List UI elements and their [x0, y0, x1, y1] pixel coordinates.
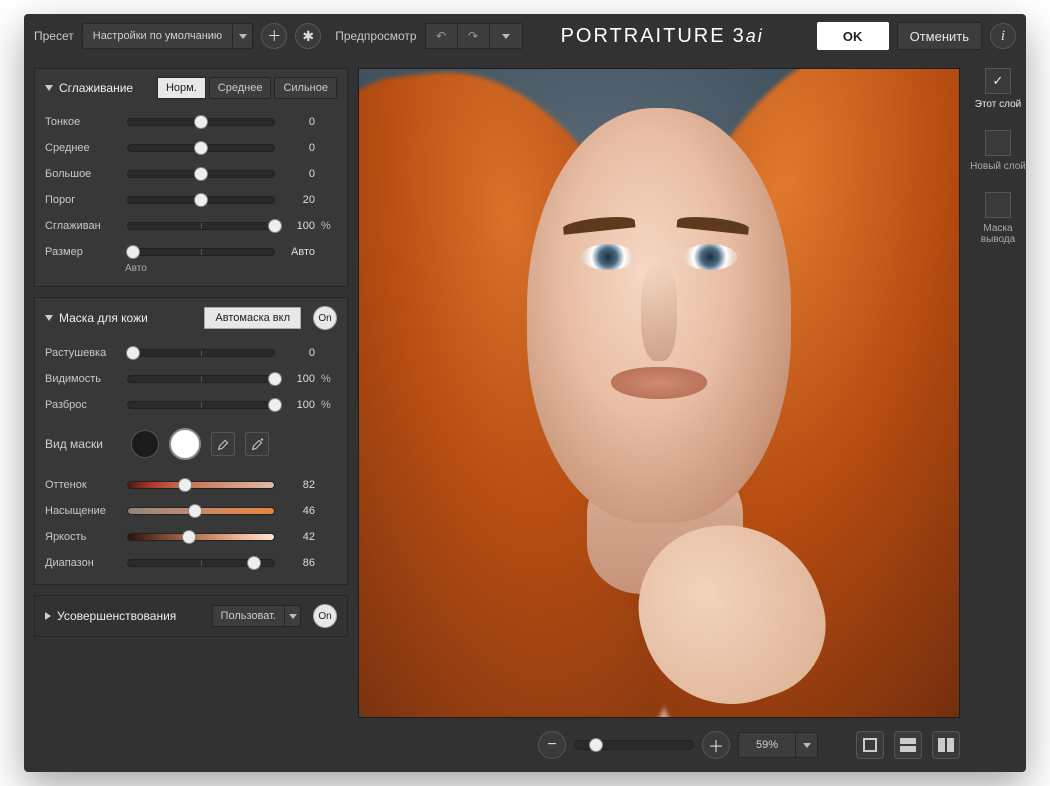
slider[interactable]: [127, 504, 275, 518]
add-preset-button[interactable]: ＋: [261, 23, 287, 49]
slider[interactable]: [127, 167, 275, 181]
slider[interactable]: [127, 245, 275, 259]
size-sublabel: Авто: [125, 263, 337, 274]
chevron-down-icon: [45, 85, 53, 91]
preset-label: Пресет: [34, 29, 74, 43]
smoothing-header[interactable]: Сглаживание Норм. Среднее Сильное: [45, 77, 337, 99]
view-single-button[interactable]: [856, 731, 884, 759]
smoothing-panel: Сглаживание Норм. Среднее Сильное Тонкое…: [34, 68, 348, 287]
chevron-down-icon: [795, 733, 817, 757]
settings-button[interactable]: ✱: [295, 23, 321, 49]
zoom-out-button[interactable]: −: [538, 731, 566, 759]
slider[interactable]: [127, 219, 275, 233]
slider[interactable]: [127, 556, 275, 570]
preset-medium[interactable]: Среднее: [209, 77, 272, 99]
slider-row: Видимость 100 %: [45, 366, 337, 392]
mask-view-black[interactable]: [131, 430, 159, 458]
zoom-percentage-dropdown[interactable]: 59%: [738, 732, 818, 758]
slider-row: Тонкое 0: [45, 109, 337, 135]
slider[interactable]: [127, 346, 275, 360]
mask-on-toggle[interactable]: On: [313, 306, 337, 330]
slider-row: Размер Авто: [45, 239, 337, 265]
preview-area: − ＋ 59%: [348, 58, 970, 772]
slider-row: Сглаживан 100 %: [45, 213, 337, 239]
slider[interactable]: [127, 115, 275, 129]
slider-row: Диапазон 86: [45, 550, 337, 576]
slider[interactable]: [127, 530, 275, 544]
mask-panel: Маска для кожи Автомаска вкл On Растушев…: [34, 297, 348, 585]
cancel-button[interactable]: Отменить: [897, 22, 982, 50]
chevron-down-icon: [232, 24, 252, 48]
output-mask[interactable]: Маска вывода: [970, 192, 1026, 245]
preview-canvas[interactable]: [358, 68, 960, 718]
preset-normal[interactable]: Норм.: [157, 77, 206, 99]
output-this-layer[interactable]: Этот слой: [975, 68, 1021, 110]
eyedropper-add-button[interactable]: [245, 432, 269, 456]
slider-row: Большое 0: [45, 161, 337, 187]
redo-button[interactable]: ↷: [458, 24, 490, 48]
mask-header[interactable]: Маска для кожи Автомаска вкл On: [45, 306, 337, 330]
slider[interactable]: [127, 398, 275, 412]
mask-view-white[interactable]: [169, 428, 201, 460]
slider-row: Оттенок 82: [45, 472, 337, 498]
mask-view-row: Вид маски: [45, 428, 337, 460]
preset-strong[interactable]: Сильное: [274, 77, 337, 99]
automask-toggle[interactable]: Автомаска вкл: [204, 307, 301, 329]
history-dropdown[interactable]: [490, 24, 522, 48]
chevron-right-icon: [45, 612, 51, 620]
slider-row: Порог 20: [45, 187, 337, 213]
preview-label: Предпросмотр: [335, 29, 416, 43]
slider-row: Среднее 0: [45, 135, 337, 161]
undo-button[interactable]: ↶: [426, 24, 458, 48]
slider[interactable]: [127, 478, 275, 492]
view-split-v-button[interactable]: [932, 731, 960, 759]
info-button[interactable]: i: [990, 23, 1016, 49]
output-new-layer[interactable]: Новый слой: [970, 130, 1026, 172]
chevron-down-icon: [45, 315, 53, 321]
smoothing-presets: Норм. Среднее Сильное: [157, 77, 337, 99]
zoom-in-button[interactable]: ＋: [702, 731, 730, 759]
sidebar: Сглаживание Норм. Среднее Сильное Тонкое…: [24, 58, 348, 772]
rightbar: Этот слой Новый слой Маска вывода: [970, 58, 1026, 772]
preset-dropdown[interactable]: Настройки по умолчанию: [82, 23, 253, 49]
portrait-image: [359, 69, 959, 717]
slider-row: Разброс 100 %: [45, 392, 337, 418]
slider[interactable]: [127, 141, 275, 155]
topbar: Пресет Настройки по умолчанию ＋ ✱ Предпр…: [24, 14, 1026, 58]
ok-button[interactable]: OK: [817, 22, 889, 50]
slider[interactable]: [127, 372, 275, 386]
slider[interactable]: [127, 193, 275, 207]
eyedropper-button[interactable]: [211, 432, 235, 456]
slider-row: Яркость 42: [45, 524, 337, 550]
enhance-on-toggle[interactable]: On: [313, 604, 337, 628]
enhance-panel: Усовершенствования Пользоват. On: [34, 595, 348, 637]
history-buttons: ↶ ↷: [425, 23, 523, 49]
enhance-header[interactable]: Усовершенствования Пользоват. On: [45, 604, 337, 628]
preview-footer: − ＋ 59%: [358, 718, 960, 762]
slider-row: Насыщение 46: [45, 498, 337, 524]
slider-row: Растушевка 0: [45, 340, 337, 366]
app-title: PORTRAITURE 3ai: [561, 25, 764, 48]
zoom-slider[interactable]: [574, 740, 694, 750]
enhance-mode-dropdown[interactable]: Пользоват.: [212, 605, 301, 627]
app-window: Пресет Настройки по умолчанию ＋ ✱ Предпр…: [24, 14, 1026, 772]
view-split-h-button[interactable]: [894, 731, 922, 759]
